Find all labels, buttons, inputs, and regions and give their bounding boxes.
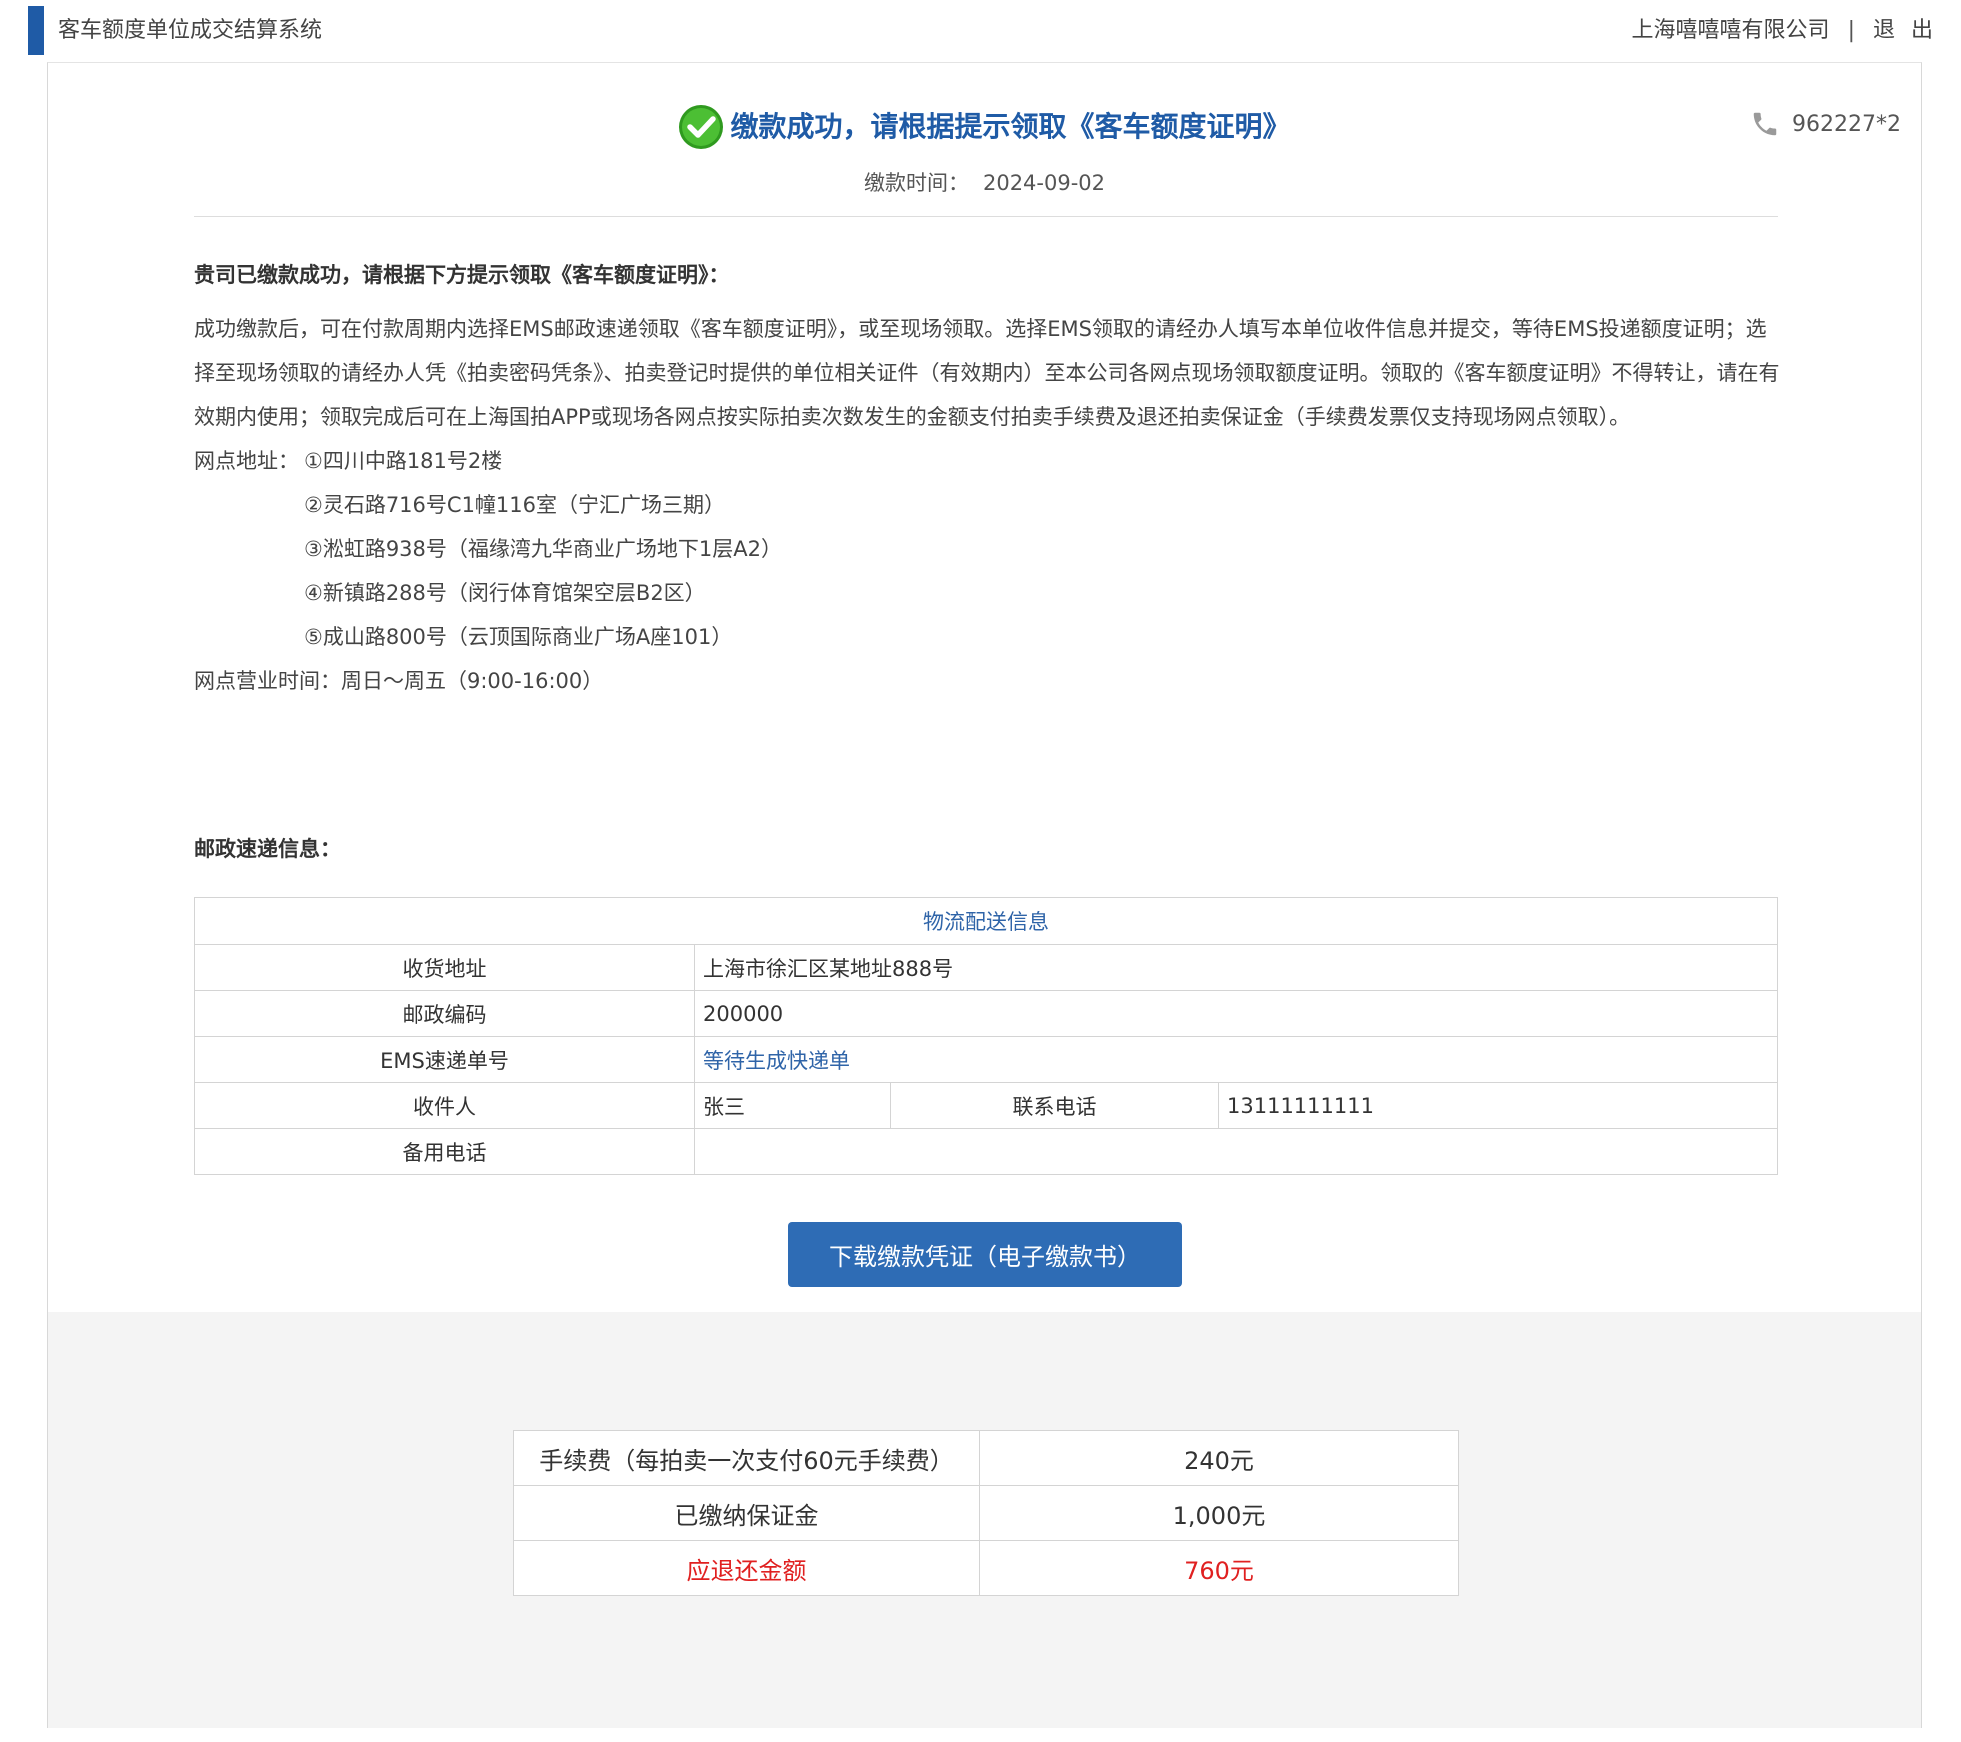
table-row: 已缴纳保证金 1,000元	[513, 1485, 1459, 1541]
app-title: 客车额度单位成交结算系统	[58, 18, 323, 43]
address-item: ⑤成山路800号（云顶国际商业广场A座101）	[304, 625, 733, 649]
table-row: 备用电话	[194, 1128, 1778, 1175]
payment-time-label: 缴款时间：	[863, 171, 969, 195]
business-hours: 网点营业时间：周日～周五（9:00-16:00）	[194, 669, 604, 693]
deposit-value-cell: 1,000元	[979, 1485, 1459, 1541]
refund-label-cell: 应退还金额	[513, 1540, 980, 1596]
address-row: ⑤成山路800号（云顶国际商业广场A座101）	[194, 615, 1784, 659]
table-row: 收件人 张三 联系电话 13111111111	[194, 1082, 1778, 1129]
logout-link[interactable]: 退出	[1873, 16, 1949, 46]
success-message: 缴款成功，请根据提示领取《客车额度证明》	[730, 110, 1291, 143]
address-item: ②灵石路716号C1幢116室（宁汇广场三期）	[304, 493, 726, 517]
user-area: 上海嘻嘻嘻有限公司 | 退出	[1632, 16, 1933, 46]
fee-value-cell: 240元	[979, 1430, 1459, 1486]
instructions-paragraph: 成功缴款后，可在付款周期内选择EMS邮政速递领取《客车额度证明》，或至现场领取。…	[194, 317, 1780, 429]
zip-label-cell: 邮政编码	[194, 990, 695, 1037]
table-row: 物流配送信息	[194, 897, 1778, 945]
fee-table: 手续费（每拍卖一次支付60元手续费） 240元 已缴纳保证金 1,000元 应退…	[513, 1430, 1459, 1596]
instructions-body: 成功缴款后，可在付款周期内选择EMS邮政速递领取《客车额度证明》，或至现场领取。…	[194, 307, 1784, 703]
logistics-table-title: 物流配送信息	[194, 897, 1778, 945]
recipient-value-cell: 张三	[694, 1082, 891, 1129]
check-circle-icon	[679, 105, 724, 149]
postal-heading-text: 邮政速递信息：	[194, 837, 341, 861]
table-row: 应退还金额 760元	[513, 1540, 1459, 1596]
title-accent-bar	[28, 6, 44, 55]
postal-heading: 邮政速递信息：	[194, 833, 1784, 863]
payment-time: 缴款时间： 2024-09-02	[48, 167, 1921, 197]
backup-phone-value-cell	[694, 1128, 1778, 1175]
backup-phone-label-cell: 备用电话	[194, 1128, 695, 1175]
recipient-label-cell: 收件人	[194, 1082, 695, 1129]
address-item: ①四川中路181号2楼	[304, 449, 503, 473]
zip-value-cell: 200000	[694, 990, 1778, 1037]
company-name: 上海嘻嘻嘻有限公司	[1631, 18, 1830, 43]
divider	[194, 216, 1778, 217]
address-row: ②灵石路716号C1幢116室（宁汇广场三期）	[194, 483, 1784, 527]
table-row: 收货地址 上海市徐汇区某地址888号	[194, 944, 1778, 991]
ems-label-cell: EMS速递单号	[194, 1036, 695, 1083]
address-value-cell: 上海市徐汇区某地址888号	[694, 944, 1778, 991]
deposit-label-cell: 已缴纳保证金	[513, 1485, 980, 1541]
table-row: 邮政编码 200000	[194, 990, 1778, 1037]
address-row: ③淞虹路938号（福缘湾九华商业广场地下1层A2）	[194, 527, 1784, 571]
table-row: 手续费（每拍卖一次支付60元手续费） 240元	[513, 1430, 1459, 1486]
download-receipt-button[interactable]: 下载缴款凭证（电子缴款书）	[788, 1222, 1182, 1287]
main-panel: 962227*2 缴款成功，请根据提示领取《客车额度证明》 缴款时间： 2024-…	[47, 62, 1922, 1728]
refund-value-cell: 760元	[979, 1540, 1459, 1596]
instructions-heading-text: 贵司已缴款成功，请根据下方提示领取《客车额度证明》：	[194, 263, 730, 287]
logistics-table: 物流配送信息 收货地址 上海市徐汇区某地址888号 邮政编码 200000 EM…	[194, 897, 1778, 1175]
address-row: ④新镇路288号（闵行体育馆架空层B2区）	[194, 571, 1784, 615]
phone-value-cell: 13111111111	[1218, 1082, 1778, 1129]
instructions-heading: 贵司已缴款成功，请根据下方提示领取《客车额度证明》：	[194, 259, 1784, 289]
phone-label-cell: 联系电话	[890, 1082, 1219, 1129]
address-label-cell: 收货地址	[194, 944, 695, 991]
top-bar: 客车额度单位成交结算系统 上海嘻嘻嘻有限公司 | 退出	[0, 0, 1961, 62]
fee-label-cell: 手续费（每拍卖一次支付60元手续费）	[513, 1430, 980, 1486]
table-row: EMS速递单号 等待生成快递单	[194, 1036, 1778, 1083]
address-label: 网点地址：	[194, 449, 299, 473]
separator: |	[1847, 18, 1855, 43]
success-title: 缴款成功，请根据提示领取《客车额度证明》	[48, 103, 1921, 151]
address-row: 网点地址： ①四川中路181号2楼	[194, 439, 1784, 483]
payment-time-value: 2024-09-02	[982, 171, 1106, 195]
address-item: ③淞虹路938号（福缘湾九华商业广场地下1层A2）	[304, 537, 782, 561]
address-item: ④新镇路288号（闵行体育馆架空层B2区）	[304, 581, 706, 605]
ems-tracking-link[interactable]: 等待生成快递单	[694, 1036, 1778, 1083]
